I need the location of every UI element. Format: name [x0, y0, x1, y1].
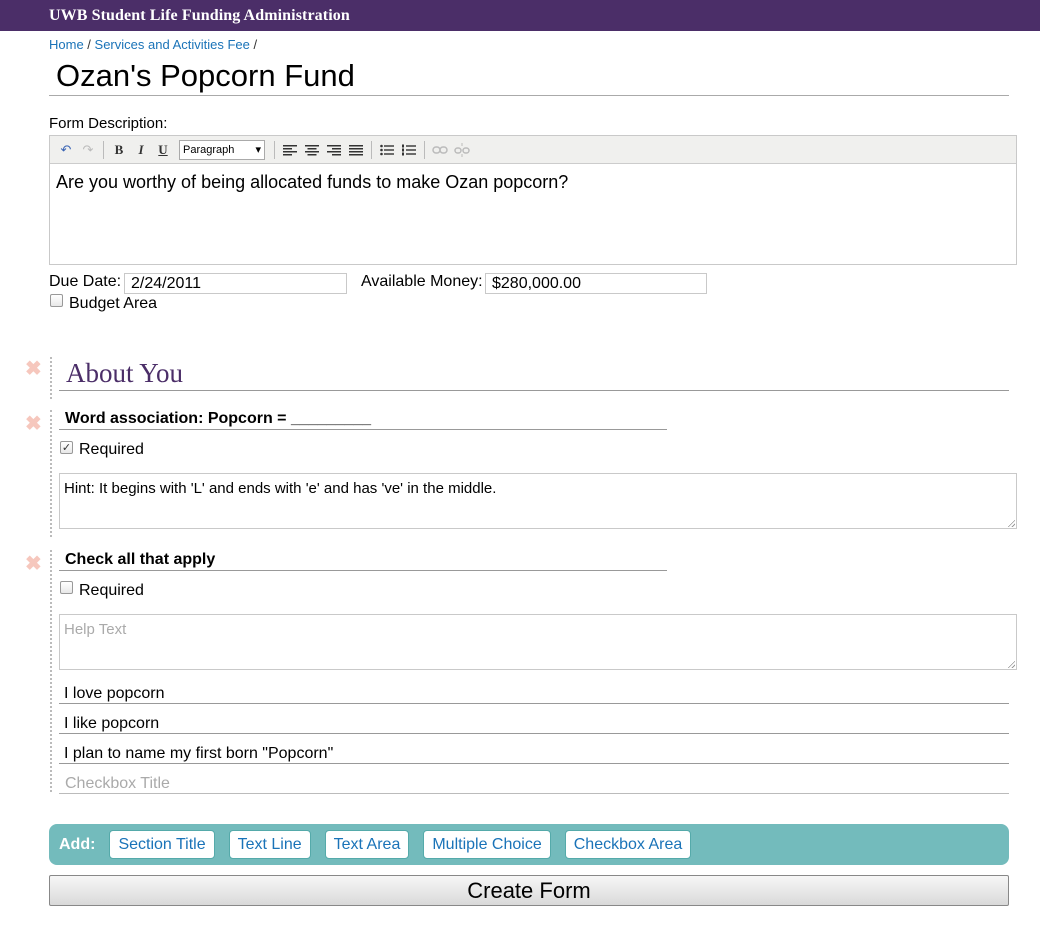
checkbox-option-input[interactable]: I love popcorn — [64, 685, 165, 703]
app-title: UWB Student Life Funding Administration — [49, 7, 350, 24]
format-select-value: Paragraph — [183, 143, 235, 156]
q1-required-checkbox[interactable]: ✓ — [60, 441, 73, 454]
unlink-icon[interactable] — [452, 140, 472, 160]
question-title-underline — [59, 429, 667, 430]
option-underline — [59, 703, 1009, 704]
breadcrumb-services[interactable]: Services and Activities Fee — [95, 37, 250, 52]
option-underline — [59, 733, 1009, 734]
breadcrumb-separator: / — [83, 37, 95, 52]
q2-required-checkbox[interactable] — [60, 581, 73, 594]
section-title-about-you[interactable]: About You — [66, 358, 183, 389]
add-checkbox-area-button[interactable]: Checkbox Area — [564, 830, 692, 859]
due-date-input[interactable]: 2/24/2011 — [124, 273, 347, 294]
option-underline — [59, 793, 1009, 794]
delete-question-icon[interactable]: ✖ — [25, 551, 42, 576]
add-text-line-button[interactable]: Text Line — [228, 830, 311, 859]
q2-help-placeholder: Help Text — [64, 621, 127, 638]
breadcrumb-home[interactable]: Home — [49, 37, 84, 52]
breadcrumb-separator: / — [249, 37, 258, 52]
delete-section-icon[interactable]: ✖ — [25, 356, 42, 381]
q1-help-text: Hint: It begins with 'L' and ends with '… — [64, 480, 497, 497]
align-center-icon[interactable] — [302, 140, 322, 160]
new-checkbox-option-input[interactable]: Checkbox Title — [65, 775, 170, 793]
toolbar-separator — [371, 140, 372, 159]
add-label: Add: — [59, 835, 96, 853]
check-icon: ✓ — [61, 442, 72, 454]
resize-handle-icon[interactable] — [1007, 660, 1015, 668]
q2-required-label: Required — [79, 582, 144, 599]
description-label: Form Description: — [49, 115, 168, 132]
available-money-label: Available Money: — [361, 273, 483, 290]
question-title-underline — [59, 570, 667, 571]
budget-area-checkbox[interactable] — [50, 294, 63, 307]
bullet-list-icon[interactable] — [377, 140, 397, 160]
create-form-button[interactable]: Create Form — [49, 875, 1009, 906]
bold-icon[interactable]: B — [109, 140, 129, 160]
drag-handle[interactable] — [50, 410, 52, 537]
due-date-label: Due Date: — [49, 273, 122, 290]
q1-help-textarea[interactable]: Hint: It begins with 'L' and ends with '… — [59, 473, 1017, 529]
drag-handle[interactable] — [50, 357, 52, 399]
chevron-down-icon: ▾ — [255, 144, 261, 156]
italic-icon[interactable]: I — [131, 140, 151, 160]
numbered-list-icon[interactable] — [399, 140, 419, 160]
editor-toolbar: ↶ ↷ B I U Paragraph ▾ — [50, 136, 1016, 164]
breadcrumb: Home / Services and Activities Fee / — [49, 37, 257, 52]
description-editor: ↶ ↷ B I U Paragraph ▾ Are you worthy of … — [49, 135, 1017, 265]
redo-icon[interactable]: ↷ — [78, 140, 98, 160]
add-multiple-choice-button[interactable]: Multiple Choice — [423, 830, 551, 859]
delete-question-icon[interactable]: ✖ — [25, 411, 42, 436]
align-left-icon[interactable] — [280, 140, 300, 160]
q1-required-label: Required — [79, 441, 144, 458]
budget-area-label: Budget Area — [69, 295, 158, 312]
q2-help-textarea[interactable]: Help Text — [59, 614, 1017, 670]
form-title-input[interactable]: Ozan's Popcorn Fund — [56, 58, 355, 94]
top-bar: UWB Student Life Funding Administration — [0, 0, 1040, 31]
resize-handle-icon[interactable] — [1007, 519, 1015, 527]
section-title-underline — [59, 390, 1009, 391]
checkbox-option-input[interactable]: I plan to name my first born "Popcorn" — [64, 745, 333, 763]
title-underline — [49, 95, 1009, 96]
question-title-check-all[interactable]: Check all that apply — [65, 551, 215, 569]
add-field-bar: Add: Section Title Text Line Text Area M… — [49, 824, 1009, 865]
underline-icon[interactable]: U — [153, 140, 173, 160]
link-icon[interactable] — [430, 140, 450, 160]
available-money-input[interactable]: $280,000.00 — [485, 273, 707, 294]
add-section-title-button[interactable]: Section Title — [109, 830, 215, 859]
toolbar-separator — [103, 140, 104, 159]
question-title-word-association[interactable]: Word association: Popcorn = _________ — [65, 410, 371, 428]
option-underline — [59, 763, 1009, 764]
toolbar-separator — [274, 140, 275, 159]
drag-handle[interactable] — [50, 550, 52, 792]
align-right-icon[interactable] — [324, 140, 344, 160]
toolbar-separator — [424, 140, 425, 159]
description-editor-body[interactable]: Are you worthy of being allocated funds … — [50, 164, 1016, 201]
checkbox-option-input[interactable]: I like popcorn — [64, 715, 159, 733]
align-justify-icon[interactable] — [346, 140, 366, 160]
add-text-area-button[interactable]: Text Area — [324, 830, 410, 859]
format-select[interactable]: Paragraph ▾ — [179, 139, 265, 160]
undo-icon[interactable]: ↶ — [56, 140, 76, 160]
